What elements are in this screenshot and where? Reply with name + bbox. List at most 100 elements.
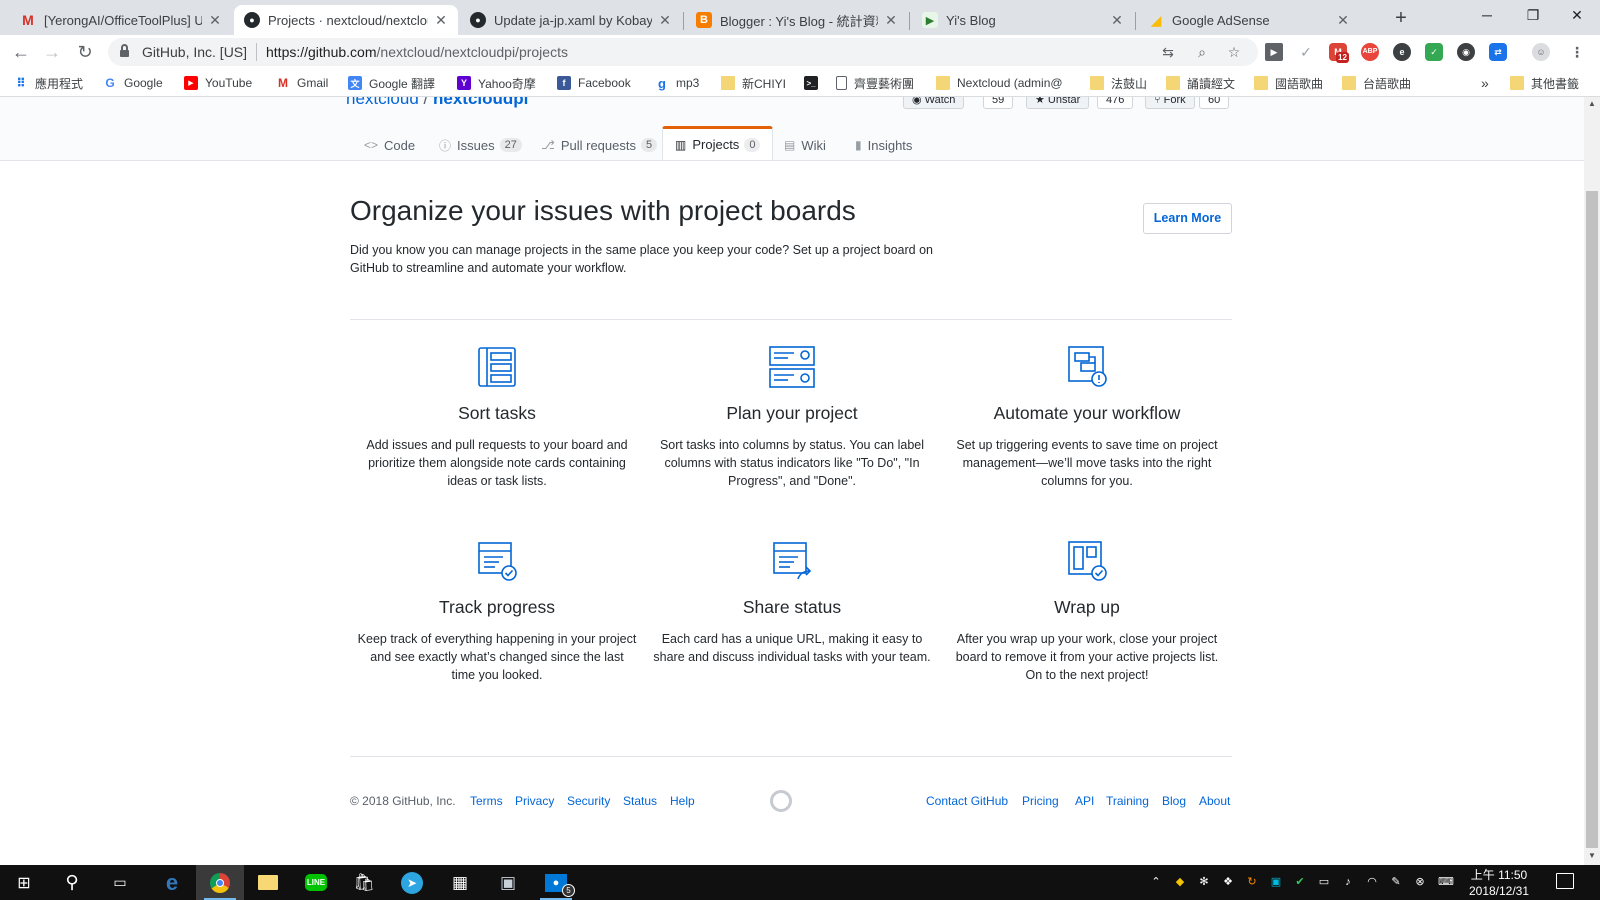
watch-button[interactable]: ◉ Watch bbox=[903, 97, 965, 109]
repo-owner-link[interactable]: nextcloud bbox=[346, 97, 419, 108]
reload-button[interactable]: ↻ bbox=[73, 40, 97, 64]
taskbar-calculator[interactable]: ▦ bbox=[436, 865, 484, 900]
translate-extension-icon[interactable]: ⇄ bbox=[1489, 43, 1507, 61]
close-tab-icon[interactable]: ✕ bbox=[208, 12, 222, 29]
other-bookmarks[interactable]: 其他書籤 bbox=[1510, 75, 1579, 91]
show-hidden-icons[interactable]: ⌃ bbox=[1148, 874, 1164, 890]
bookmark-folder[interactable]: Nextcloud (admin@ bbox=[936, 75, 1063, 91]
minimize-button[interactable]: ─ bbox=[1464, 0, 1510, 30]
bookmark-yahoo[interactable]: Y Yahoo奇摩 bbox=[457, 75, 536, 91]
tab-insights[interactable]: ▮ Insights bbox=[843, 129, 924, 161]
close-tab-icon[interactable]: ✕ bbox=[658, 12, 672, 29]
watch-count[interactable]: 59 bbox=[983, 97, 1014, 109]
input-method-icon[interactable]: ⌨ bbox=[1438, 874, 1454, 890]
taskbar-file-explorer[interactable] bbox=[244, 865, 292, 900]
bookmark-youtube[interactable]: ▶ YouTube bbox=[184, 75, 252, 91]
close-tab-icon[interactable]: ✕ bbox=[884, 12, 898, 29]
more-bookmarks-button[interactable]: » bbox=[1481, 75, 1489, 91]
star-count[interactable]: 476 bbox=[1097, 97, 1134, 109]
search-button[interactable]: ⚲ bbox=[48, 865, 96, 900]
footer-link-about[interactable]: About bbox=[1199, 794, 1230, 808]
tray-dropbox-icon[interactable]: ❖ bbox=[1220, 874, 1236, 890]
extension-icon[interactable]: ◉ bbox=[1457, 43, 1475, 61]
tab-issues[interactable]: ⓘ Issues 27 bbox=[427, 129, 534, 161]
bookmark-folder[interactable]: 國語歌曲 bbox=[1254, 75, 1323, 91]
taskbar-messenger[interactable]: ● 5 bbox=[532, 865, 580, 900]
bookmark-google-translate[interactable]: 文 Google 翻譯 bbox=[348, 75, 435, 91]
footer-link-security[interactable]: Security bbox=[567, 794, 610, 808]
new-tab-button[interactable]: + bbox=[1388, 6, 1414, 30]
bookmark-folder[interactable]: 法鼓山 bbox=[1090, 75, 1147, 91]
browser-tab[interactable]: ● Update ja-jp.xaml by Kobays ✕ bbox=[460, 5, 682, 35]
unstar-button[interactable]: ★ Unstar bbox=[1026, 97, 1090, 109]
bookmark-facebook[interactable]: f Facebook bbox=[557, 75, 631, 91]
task-view-button[interactable]: ▭ bbox=[96, 865, 144, 900]
scroll-down-icon[interactable]: ▼ bbox=[1588, 851, 1596, 860]
scroll-up-icon[interactable]: ▲ bbox=[1588, 99, 1596, 108]
profile-avatar[interactable]: ☺ bbox=[1532, 43, 1550, 61]
volume-icon[interactable]: ♪ bbox=[1340, 874, 1356, 890]
repo-name-link[interactable]: nextcloudpi bbox=[433, 97, 528, 108]
close-tab-icon[interactable]: ✕ bbox=[1336, 12, 1350, 29]
menu-icon[interactable]: ⋮ bbox=[1568, 43, 1586, 61]
footer-link-blog[interactable]: Blog bbox=[1162, 794, 1186, 808]
restore-button[interactable]: ❐ bbox=[1510, 0, 1556, 30]
browser-tab-active[interactable]: ● Projects · nextcloud/nextclou ✕ bbox=[234, 5, 458, 35]
browser-tab[interactable]: B Blogger : Yi's Blog - 統計資料 ✕ bbox=[686, 5, 908, 35]
camera-extension-icon[interactable]: ▶ bbox=[1265, 43, 1283, 61]
extension-icon[interactable]: e bbox=[1393, 43, 1411, 61]
tab-projects[interactable]: ▥ Projects 0 bbox=[662, 126, 774, 160]
action-center-icon[interactable] bbox=[1556, 873, 1574, 889]
wifi-icon[interactable]: ◠ bbox=[1364, 874, 1380, 890]
taskbar-edge[interactable]: e bbox=[148, 865, 196, 900]
tray-app-icon[interactable]: ◆ bbox=[1172, 874, 1188, 890]
footer-link-contact[interactable]: Contact GitHub bbox=[926, 794, 1008, 808]
tray-messenger-icon[interactable]: ▣ bbox=[1268, 874, 1284, 890]
tab-code[interactable]: <> Code bbox=[352, 129, 427, 161]
check-extension-icon[interactable]: ✓ bbox=[1297, 43, 1315, 61]
browser-tab[interactable]: ▶ Yi's Blog ✕ bbox=[912, 5, 1134, 35]
tray-sync-icon[interactable]: ↻ bbox=[1244, 874, 1260, 890]
bookmark-star-icon[interactable]: ☆ bbox=[1226, 44, 1242, 60]
browser-tab[interactable]: M [YerongAI/OfficeToolPlus] Up ✕ bbox=[10, 5, 232, 35]
bookmark-folder[interactable]: 新CHIYI bbox=[721, 75, 786, 91]
tray-check-icon[interactable]: ✔ bbox=[1292, 874, 1308, 890]
taskbar-telegram[interactable]: ➤ bbox=[388, 865, 436, 900]
bookmark-folder[interactable]: 台語歌曲 bbox=[1342, 75, 1411, 91]
tab-wiki[interactable]: ▤ Wiki bbox=[772, 129, 838, 161]
footer-link-training[interactable]: Training bbox=[1106, 794, 1149, 808]
tray-close-icon[interactable]: ⊗ bbox=[1412, 874, 1428, 890]
footer-link-terms[interactable]: Terms bbox=[470, 794, 503, 808]
tray-gear-icon[interactable]: ✻ bbox=[1196, 874, 1212, 890]
scrollbar-thumb[interactable] bbox=[1586, 191, 1598, 848]
forward-button[interactable]: → bbox=[40, 40, 64, 64]
start-button[interactable]: ⊞ bbox=[0, 865, 48, 900]
zoom-icon[interactable]: ⌕ bbox=[1194, 44, 1210, 60]
fork-count[interactable]: 60 bbox=[1199, 97, 1230, 109]
taskbar-chrome[interactable] bbox=[196, 865, 244, 900]
gmail-checker-icon[interactable]: M12 bbox=[1329, 43, 1349, 63]
close-tab-icon[interactable]: ✕ bbox=[1110, 12, 1124, 29]
bookmark-mp3[interactable]: g mp3 bbox=[655, 75, 699, 91]
page-scrollbar[interactable]: ▲ ▼ bbox=[1584, 97, 1600, 865]
back-button[interactable]: ← bbox=[9, 40, 33, 64]
shield-icon[interactable]: ✓ bbox=[1425, 43, 1443, 61]
taskbar-app[interactable]: ▣ bbox=[484, 865, 532, 900]
battery-icon[interactable]: ▭ bbox=[1316, 874, 1332, 890]
footer-link-api[interactable]: API bbox=[1075, 794, 1094, 808]
footer-link-privacy[interactable]: Privacy bbox=[515, 794, 554, 808]
taskbar-clock[interactable]: 上午 11:50 2018/12/31 bbox=[1462, 867, 1536, 899]
bookmark-terminal[interactable]: >_ bbox=[804, 75, 825, 91]
bookmark-google[interactable]: G Google bbox=[103, 75, 162, 91]
translate-icon[interactable]: ⇆ bbox=[1160, 44, 1176, 60]
bookmark-apps[interactable]: ⠿ 應用程式 bbox=[14, 75, 83, 91]
bookmark-gmail[interactable]: M Gmail bbox=[276, 75, 328, 91]
adblock-icon[interactable]: ABP bbox=[1361, 43, 1379, 61]
footer-link-status[interactable]: Status bbox=[623, 794, 657, 808]
bookmark-page[interactable]: 齊豐藝術團 bbox=[836, 75, 914, 91]
github-mark-icon[interactable] bbox=[770, 790, 792, 812]
learn-more-button[interactable]: Learn More bbox=[1143, 203, 1232, 234]
pen-icon[interactable]: ✎ bbox=[1388, 874, 1404, 890]
browser-tab[interactable]: ◢ Google AdSense ✕ bbox=[1138, 5, 1360, 35]
address-url[interactable]: https://github.com/nextcloud/nextcloudpi… bbox=[266, 44, 568, 60]
